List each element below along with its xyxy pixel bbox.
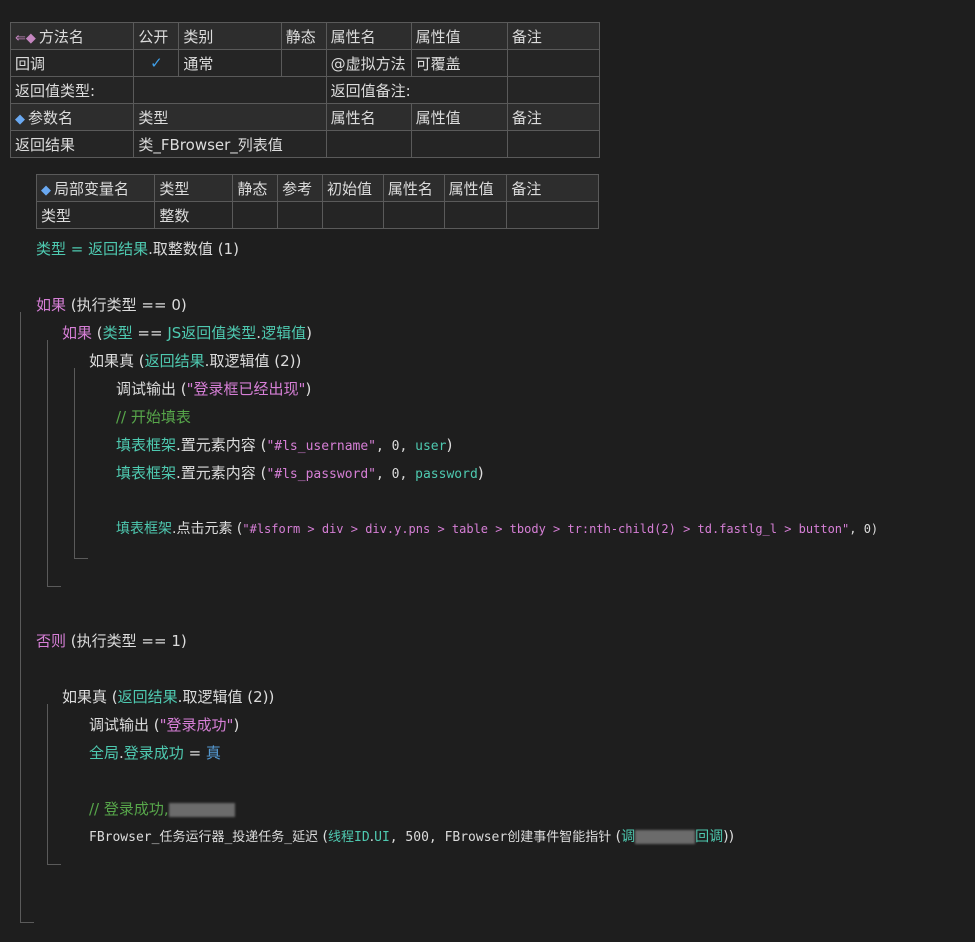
else-if-true-guide: [47, 704, 48, 864]
redacted-text: [168, 802, 235, 817]
code-line-if-true[interactable]: 如果真 (返回结果.取逻辑值 (2)): [89, 351, 301, 371]
return-note-label: 返回值备注:: [325, 76, 508, 104]
local-var-table: ◆ 局部变量名 类型 静态 参考 初始值 属性名 属性值 备注 类型 整数: [35, 174, 599, 229]
code-comment-fill[interactable]: // 开始填表: [116, 407, 191, 427]
static-header: 静态: [280, 22, 327, 50]
local-type-cell[interactable]: 整数: [154, 201, 234, 229]
public-header: 公开: [133, 22, 180, 50]
local-init-header: 初始值: [322, 174, 384, 202]
note-cell[interactable]: [506, 49, 601, 77]
note-header: 备注: [506, 22, 601, 50]
local-attr-value-cell[interactable]: [443, 201, 508, 229]
code-line-inner-if[interactable]: 如果 (类型 == JS返回值类型.逻辑值): [62, 323, 312, 343]
attr-name-cell[interactable]: @虚拟方法: [325, 49, 412, 77]
param-attr-value-header: 属性值: [410, 103, 508, 131]
local-var-icon: ◆: [41, 182, 51, 198]
code-line-set-username[interactable]: 填表框架.置元素内容 ("#ls_username", 0, user): [116, 435, 452, 457]
code-line-debug-1[interactable]: 调试输出 ("登录框已经出现"): [116, 379, 311, 399]
public-check-icon[interactable]: ✓: [133, 49, 180, 77]
code-line-post-task[interactable]: FBrowser_任务运行器_投递任务_延迟 (线程ID.UI, 500, FB…: [89, 827, 734, 848]
code-line-global-set[interactable]: 全局.登录成功 = 真: [89, 743, 221, 763]
category-header: 类别: [178, 22, 282, 50]
local-name-header: ◆ 局部变量名: [35, 174, 156, 202]
param-type-header: 类型: [133, 103, 327, 131]
local-ref-cell[interactable]: [277, 201, 323, 229]
method-name-cell[interactable]: 回调: [9, 49, 135, 77]
local-attr-value-header: 属性值: [443, 174, 508, 202]
local-name-cell[interactable]: 类型: [35, 201, 156, 229]
attr-name-header: 属性名: [325, 22, 412, 50]
code-line-click[interactable]: 填表框架.点击元素 ("#lsform > div > div.y.pns > …: [116, 519, 878, 539]
if-true-guide: [74, 368, 75, 558]
if-block-guide-end: [20, 922, 34, 923]
local-static-header: 静态: [232, 174, 279, 202]
code-line-set-password[interactable]: 填表框架.置元素内容 ("#ls_password", 0, password): [116, 463, 484, 485]
category-cell[interactable]: 通常: [178, 49, 282, 77]
return-type-label: 返回值类型:: [9, 76, 135, 104]
local-attr-name-header: 属性名: [382, 174, 445, 202]
param-note-cell[interactable]: [506, 130, 601, 158]
inner-if-guide: [47, 340, 48, 586]
method-icon: ⇐◆: [15, 30, 36, 46]
local-note-header: 备注: [506, 174, 599, 202]
code-line-else[interactable]: 否则 (执行类型 == 1): [36, 631, 187, 651]
return-type-cell[interactable]: [133, 76, 327, 104]
attr-value-header: 属性值: [410, 22, 508, 50]
if-block-guide: [20, 312, 21, 922]
if-true-guide-end: [74, 558, 88, 559]
code-line-if[interactable]: 如果 (执行类型 == 0): [36, 295, 187, 315]
method-table: ⇐◆ 方法名 公开 类别 静态 属性名 属性值 备注 回调 ✓ 通常 @虚拟方法 …: [9, 22, 601, 158]
attr-value-cell[interactable]: 可覆盖: [410, 49, 508, 77]
param-attr-value-cell[interactable]: [410, 130, 508, 158]
code-line-debug-2[interactable]: 调试输出 ("登录成功"): [89, 715, 239, 735]
local-note-cell[interactable]: [506, 201, 599, 229]
param-attr-name-header: 属性名: [325, 103, 412, 131]
inner-if-guide-end: [47, 586, 61, 587]
param-name-cell[interactable]: 返回结果: [9, 130, 135, 158]
code-comment-success[interactable]: // 登录成功,: [89, 799, 235, 819]
return-note-cell[interactable]: [506, 76, 601, 104]
local-ref-header: 参考: [277, 174, 323, 202]
param-attr-name-cell[interactable]: [325, 130, 412, 158]
static-cell[interactable]: [280, 49, 327, 77]
code-line-1[interactable]: 类型 = 返回结果.取整数值 (1): [36, 239, 239, 259]
param-icon: ◆: [15, 111, 25, 127]
code-line-else-if-true[interactable]: 如果真 (返回结果.取逻辑值 (2)): [62, 687, 274, 707]
local-init-cell[interactable]: [322, 201, 384, 229]
local-type-header: 类型: [154, 174, 234, 202]
param-note-header: 备注: [506, 103, 601, 131]
method-name-header: ⇐◆ 方法名: [9, 22, 135, 50]
else-if-true-guide-end: [47, 864, 61, 865]
local-static-cell[interactable]: [232, 201, 279, 229]
param-type-cell[interactable]: 类_FBrowser_列表值: [133, 130, 327, 158]
local-attr-name-cell[interactable]: [382, 201, 445, 229]
param-name-header: ◆ 参数名: [9, 103, 135, 131]
redacted-callback: [635, 830, 696, 844]
